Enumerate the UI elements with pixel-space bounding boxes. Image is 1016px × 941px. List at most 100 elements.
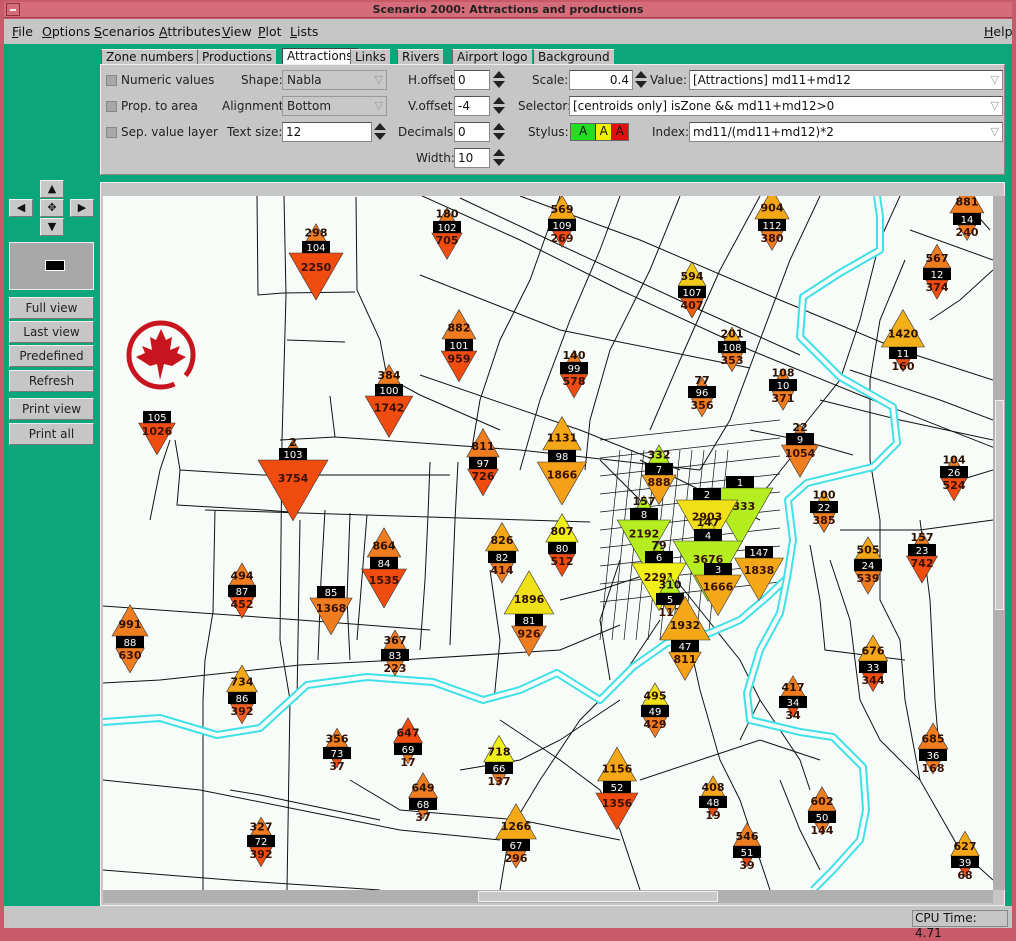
pan-left-button[interactable]: ◀ <box>9 199 33 217</box>
tab-airport-logo[interactable]: Airport logo <box>452 49 532 65</box>
shape-select[interactable]: Nabla ▽ <box>282 70 387 90</box>
zone-marker[interactable]: 1742 100 384 <box>364 363 414 438</box>
zone-marker[interactable]: 1535 84 864 <box>361 527 407 609</box>
zone-marker[interactable]: 705102 180 <box>431 207 463 260</box>
scale-spinner[interactable] <box>634 70 647 90</box>
print-view-button[interactable]: Print view <box>9 398 94 420</box>
zone-marker[interactable]: 41482 826 <box>485 521 519 584</box>
zone-marker[interactable]: 29667 1266 <box>495 803 537 869</box>
stylus-button[interactable]: A A A <box>570 123 629 141</box>
zone-marker[interactable]: 16011 1420 <box>881 309 925 373</box>
zone-marker[interactable]: 3773 356 <box>323 727 351 773</box>
print-all-button[interactable]: Print all <box>9 423 94 445</box>
zone-marker[interactable]: 1769 647 <box>392 717 424 769</box>
index-expression-select[interactable]: md11/(md11+md12)*2 ▽ <box>689 122 1003 142</box>
zone-marker[interactable]: 57899 140 <box>559 349 589 399</box>
zone-number: 85 <box>325 588 338 599</box>
map-canvas[interactable]: 2250 104 298 1742 100 384 1026 105 3754 103 2 705 10… <box>102 182 1001 893</box>
scale-input[interactable]: 0.4 <box>569 70 633 90</box>
sep-value-layer-checkbox[interactable] <box>106 127 117 138</box>
view-rectangle[interactable] <box>45 260 65 271</box>
voffset-spinner[interactable] <box>492 96 505 116</box>
alignment-select[interactable]: Bottom ▽ <box>282 96 387 116</box>
menu-lists[interactable]: Lists <box>290 24 318 39</box>
zone-marker[interactable]: 3754 1032 <box>257 436 329 522</box>
decimals-spinner[interactable] <box>492 122 505 142</box>
zone-marker[interactable]: 407107 594 <box>677 261 707 319</box>
tab-productions[interactable]: Productions <box>197 49 277 65</box>
zone-marker[interactable]: 3951 546 <box>733 822 761 872</box>
zone-marker[interactable]: 380112 904 <box>754 188 790 251</box>
zone-marker[interactable]: 1356 52 1156 <box>595 746 639 831</box>
zone-marker[interactable]: 959101 882 <box>440 308 478 383</box>
zone-marker[interactable]: 51280 807 <box>545 513 579 578</box>
zone-marker[interactable]: 1948 408 <box>699 775 727 822</box>
zone-marker[interactable]: 39286 734 <box>226 664 258 725</box>
menu-file[interactable]: File <box>12 24 33 39</box>
menu-plot[interactable]: Plot <box>258 24 282 39</box>
zone-marker[interactable]: 74223 157 <box>905 531 939 584</box>
zone-marker[interactable]: 3768 649 <box>407 772 439 824</box>
menu-attributes[interactable]: Attributes <box>159 24 221 39</box>
tab-attractions[interactable]: Attractions <box>282 48 358 65</box>
zone-marker[interactable]: 34433 676 <box>857 634 889 692</box>
zone-marker[interactable]: 3434 417 <box>779 675 807 722</box>
hoffset-spinner[interactable] <box>492 70 505 90</box>
menu-scenarios[interactable]: Scenarios <box>94 24 155 39</box>
width-input[interactable]: 10 <box>454 148 490 168</box>
network-map[interactable]: 2250104298 1742100384 1026105 37541032 70510… <box>102 182 1001 893</box>
hoffset-input[interactable]: 0 <box>454 70 490 90</box>
refresh-button[interactable]: Refresh <box>9 370 94 392</box>
zone-marker[interactable]: 6839 627 <box>950 830 980 882</box>
zone-marker[interactable]: 22383 367 <box>381 629 409 677</box>
zone-marker[interactable]: 16836 685 <box>917 722 949 775</box>
width-spinner[interactable] <box>492 148 505 168</box>
zone-marker[interactable]: 269109 569 <box>547 194 577 248</box>
tab-zone-numbers[interactable]: Zone numbers <box>101 49 198 65</box>
value-expression-select[interactable]: [Attractions] md11+md12 ▽ <box>689 70 1003 90</box>
tab-background[interactable]: Background <box>533 49 614 65</box>
zone-marker[interactable]: 13766 718 <box>483 734 515 788</box>
tab-links[interactable]: Links <box>350 49 390 65</box>
zone-marker[interactable]: 1054922 <box>780 421 820 478</box>
zone-marker[interactable]: 1368 85 <box>309 586 353 636</box>
zone-marker[interactable]: 42949 495 <box>641 682 669 739</box>
full-view-button[interactable]: Full view <box>9 297 94 319</box>
text-size-input[interactable]: 12 <box>282 122 372 142</box>
zone-marker[interactable]: 3569677 <box>688 374 716 418</box>
zone-marker[interactable]: 2250 104 298 <box>288 223 344 301</box>
menu-view[interactable]: View <box>222 24 252 39</box>
zone-marker[interactable]: 45287 494 <box>228 562 256 619</box>
zone-marker[interactable]: 53924 505 <box>854 536 882 595</box>
zone-marker[interactable]: 72697 811 <box>466 428 500 497</box>
voffset-input[interactable]: -4 <box>454 96 490 116</box>
pan-right-button[interactable]: ▶ <box>70 199 94 217</box>
pan-center-button[interactable]: ✥ <box>40 199 64 217</box>
zone-marker[interactable]: 63088 991 <box>111 604 149 674</box>
text-size-spinner[interactable] <box>373 122 386 142</box>
zone-marker[interactable]: 37110 108 <box>769 366 797 411</box>
zone-marker[interactable]: 14450 602 <box>807 786 837 837</box>
zone-marker[interactable]: 24014 881 <box>949 182 985 241</box>
tab-rivers[interactable]: Rivers <box>397 49 444 65</box>
horizontal-scroll-thumb[interactable] <box>478 891 718 902</box>
pan-up-button[interactable]: ▲ <box>40 180 64 198</box>
numeric-values-checkbox[interactable] <box>106 75 117 86</box>
overview-navigator[interactable] <box>9 242 94 290</box>
menu-options[interactable]: Options <box>42 24 90 39</box>
decimals-input[interactable]: 0 <box>454 122 490 142</box>
last-view-button[interactable]: Last view <box>9 321 94 343</box>
prop-to-area-checkbox[interactable] <box>106 101 117 112</box>
pan-down-button[interactable]: ▼ <box>40 218 64 236</box>
zone-marker[interactable]: 353108 201 <box>718 326 746 373</box>
selector-select[interactable]: [centroids only] isZone && md11+md12>0 ▽ <box>569 96 1003 116</box>
vertical-scroll-thumb[interactable] <box>995 400 1004 610</box>
menu-help[interactable]: Help <box>984 24 1013 39</box>
predefined-button[interactable]: Predefined <box>9 345 94 367</box>
zone-marker[interactable]: 38522100 <box>810 489 838 534</box>
zone-marker[interactable]: 52426 104 <box>940 453 968 502</box>
zone-marker[interactable]: 1026105 <box>138 411 176 456</box>
zone-marker[interactable]: 39272 327 <box>247 816 275 868</box>
zone-marker[interactable]: 37412 567 <box>922 243 952 300</box>
zone-marker[interactable]: 92681 1896 <box>503 570 555 657</box>
